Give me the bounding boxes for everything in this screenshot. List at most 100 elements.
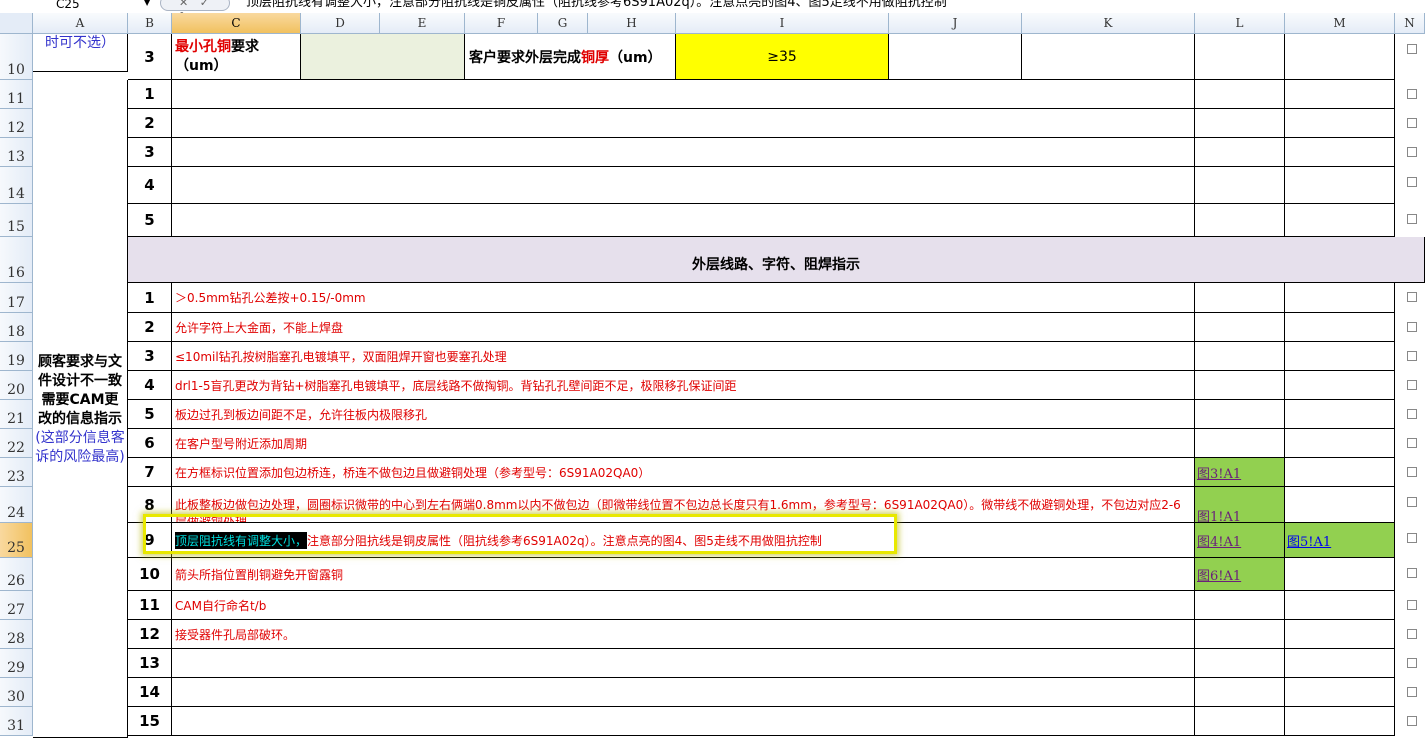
row-header-12[interactable]: 12: [0, 109, 33, 138]
row-header-19[interactable]: 19: [0, 342, 33, 371]
column-header-g[interactable]: G: [538, 13, 588, 34]
checkbox-item-4[interactable]: [1407, 379, 1417, 390]
cell-item-l: [1195, 591, 1285, 620]
label-red: 最小孔铜: [175, 39, 231, 55]
row-header-14[interactable]: 14: [0, 167, 33, 204]
checkbox-item-5[interactable]: [1407, 408, 1417, 419]
checkbox-item-13[interactable]: [1407, 657, 1417, 668]
checkbox-drill-2[interactable]: [1407, 117, 1417, 128]
row-header-15[interactable]: 15: [0, 204, 33, 237]
checkbox-drill-3[interactable]: [1407, 146, 1417, 157]
cell-drill-num: 4: [128, 167, 172, 204]
column-header-c[interactable]: C: [172, 13, 301, 34]
cell-item-m: [1285, 313, 1395, 342]
checkbox-item-7[interactable]: [1407, 466, 1417, 477]
checkbox-item-9[interactable]: [1407, 533, 1417, 543]
column-header-d[interactable]: D: [301, 13, 380, 34]
row-header-13[interactable]: 13: [0, 138, 33, 167]
checkbox-drill-5[interactable]: [1407, 214, 1417, 224]
formula-input[interactable]: 顶层阻抗线有调整大小，注意部分阻抗线是铜皮属性（阻抗线参考6S91A02q）。注…: [246, 0, 947, 11]
checkbox-row-10[interactable]: [1407, 44, 1417, 54]
checkbox-item-11[interactable]: [1407, 599, 1417, 610]
chevron-down-icon[interactable]: ▼: [144, 0, 150, 7]
row-header-18[interactable]: 18: [0, 313, 33, 342]
checkbox-item-12[interactable]: [1407, 628, 1417, 639]
checkbox-item-14[interactable]: [1407, 686, 1417, 697]
column-header-a[interactable]: A: [33, 13, 128, 34]
column-header-e[interactable]: E: [380, 13, 465, 34]
row-header-20[interactable]: 20: [0, 371, 33, 400]
selected-text[interactable]: 顶层阻抗线有调整大小，: [175, 531, 308, 549]
row-header-11[interactable]: 11: [0, 80, 33, 109]
row-header-31[interactable]: 31: [0, 707, 33, 736]
cell-item-l: [1195, 400, 1285, 429]
cell-item-m: [1285, 371, 1395, 400]
row-header-16[interactable]: 16: [0, 237, 33, 283]
link-cell-l[interactable]: 图1!A1: [1195, 487, 1285, 523]
row-header-10[interactable]: 10: [0, 34, 33, 80]
row-header-26[interactable]: 26: [0, 558, 33, 591]
cell-drill-l: [1195, 138, 1285, 167]
row-header-27[interactable]: 27: [0, 591, 33, 620]
checkbox-drill-4[interactable]: [1407, 177, 1417, 187]
column-header-h[interactable]: H: [588, 13, 676, 34]
checkbox-item-3[interactable]: [1407, 350, 1417, 361]
formula-buttons[interactable]: ✕ ✓ fx: [160, 0, 230, 13]
cell-item-l: [1195, 283, 1285, 313]
row-header-29[interactable]: 29: [0, 649, 33, 678]
cell-drill-l: [1195, 167, 1285, 204]
column-header-b[interactable]: B: [128, 13, 172, 34]
link-cell-m[interactable]: 图5!A1: [1285, 523, 1395, 558]
cell-drill-text: [172, 138, 1195, 167]
column-header-l[interactable]: L: [1195, 13, 1285, 34]
row-header-24[interactable]: 24: [0, 487, 33, 523]
column-header-m[interactable]: M: [1285, 13, 1395, 34]
column-header-j[interactable]: J: [889, 13, 1022, 34]
row-header-28[interactable]: 28: [0, 620, 33, 649]
column-header-n[interactable]: N: [1395, 13, 1425, 34]
link-cell-l[interactable]: 图3!A1: [1195, 458, 1285, 487]
cell-item-num: 1: [128, 283, 172, 313]
cell-item-m: [1285, 429, 1395, 458]
row-header-21[interactable]: 21: [0, 400, 33, 429]
row-header-22[interactable]: 22: [0, 429, 33, 458]
section-header: 外层线路、字符、阻焊指示: [128, 237, 1425, 283]
row-header-25[interactable]: 25: [0, 523, 33, 558]
row-header-17[interactable]: 17: [0, 283, 33, 313]
cell-item-m: [1285, 558, 1395, 591]
cell-k10: [1022, 34, 1195, 80]
cell-drill-text: [172, 204, 1195, 237]
link-cell-l[interactable]: 图4!A1: [1195, 523, 1285, 558]
cell-f10: 客户要求外层完成 铜厚 （um）: [465, 34, 676, 80]
cell-item-m: [1285, 649, 1395, 678]
column-header-f[interactable]: F: [465, 13, 538, 34]
select-all-corner[interactable]: [0, 13, 33, 34]
cell-item-text: CAM自行命名t/b: [172, 591, 1195, 620]
cell-item-text: 在方框标识位置添加包边桥连，桥连不做包边且做避铜处理（参考型号：6S91A02Q…: [172, 458, 1195, 487]
checkbox-item-2[interactable]: [1407, 321, 1417, 332]
checkbox-drill-1[interactable]: [1407, 88, 1417, 99]
checkbox-item-6[interactable]: [1407, 437, 1417, 448]
name-box[interactable]: C25: [0, 0, 150, 12]
row-header-30[interactable]: 30: [0, 678, 33, 707]
cell-item-l: [1195, 429, 1285, 458]
row-header-23[interactable]: 23: [0, 458, 33, 487]
formula-bar: C25 ▼ ✕ ✓ fx 顶层阻抗线有调整大小，注意部分阻抗线是铜皮属性（阻抗线…: [0, 0, 1425, 13]
checkbox-item-8[interactable]: [1407, 497, 1417, 507]
checkbox-item-10[interactable]: [1407, 568, 1417, 578]
cell-item-num: 10: [128, 558, 172, 591]
cell-item-text: 箭头所指位置削铜避免开窗露铜: [172, 558, 1195, 591]
cell-item-text: 此板整板边做包边处理，圆圈标识微带的中心到左右俩端0.8mm以内不做包边（即微带…: [172, 487, 1195, 523]
cell-item-text: [172, 707, 1195, 736]
column-header-bar: ABCDEFGHIJKLMN: [0, 13, 1425, 34]
checkbox-item-15[interactable]: [1407, 715, 1417, 726]
link-cell-l[interactable]: 图6!A1: [1195, 558, 1285, 591]
cell-item-m: [1285, 400, 1395, 429]
cell-item-num: 5: [128, 400, 172, 429]
cell-item-num: 15: [128, 707, 172, 736]
checkbox-item-1[interactable]: [1407, 292, 1417, 302]
column-header-i[interactable]: I: [676, 13, 889, 34]
column-header-k[interactable]: K: [1022, 13, 1195, 34]
cell-drill-m: [1285, 109, 1395, 138]
cell-drill-m: [1285, 204, 1395, 237]
